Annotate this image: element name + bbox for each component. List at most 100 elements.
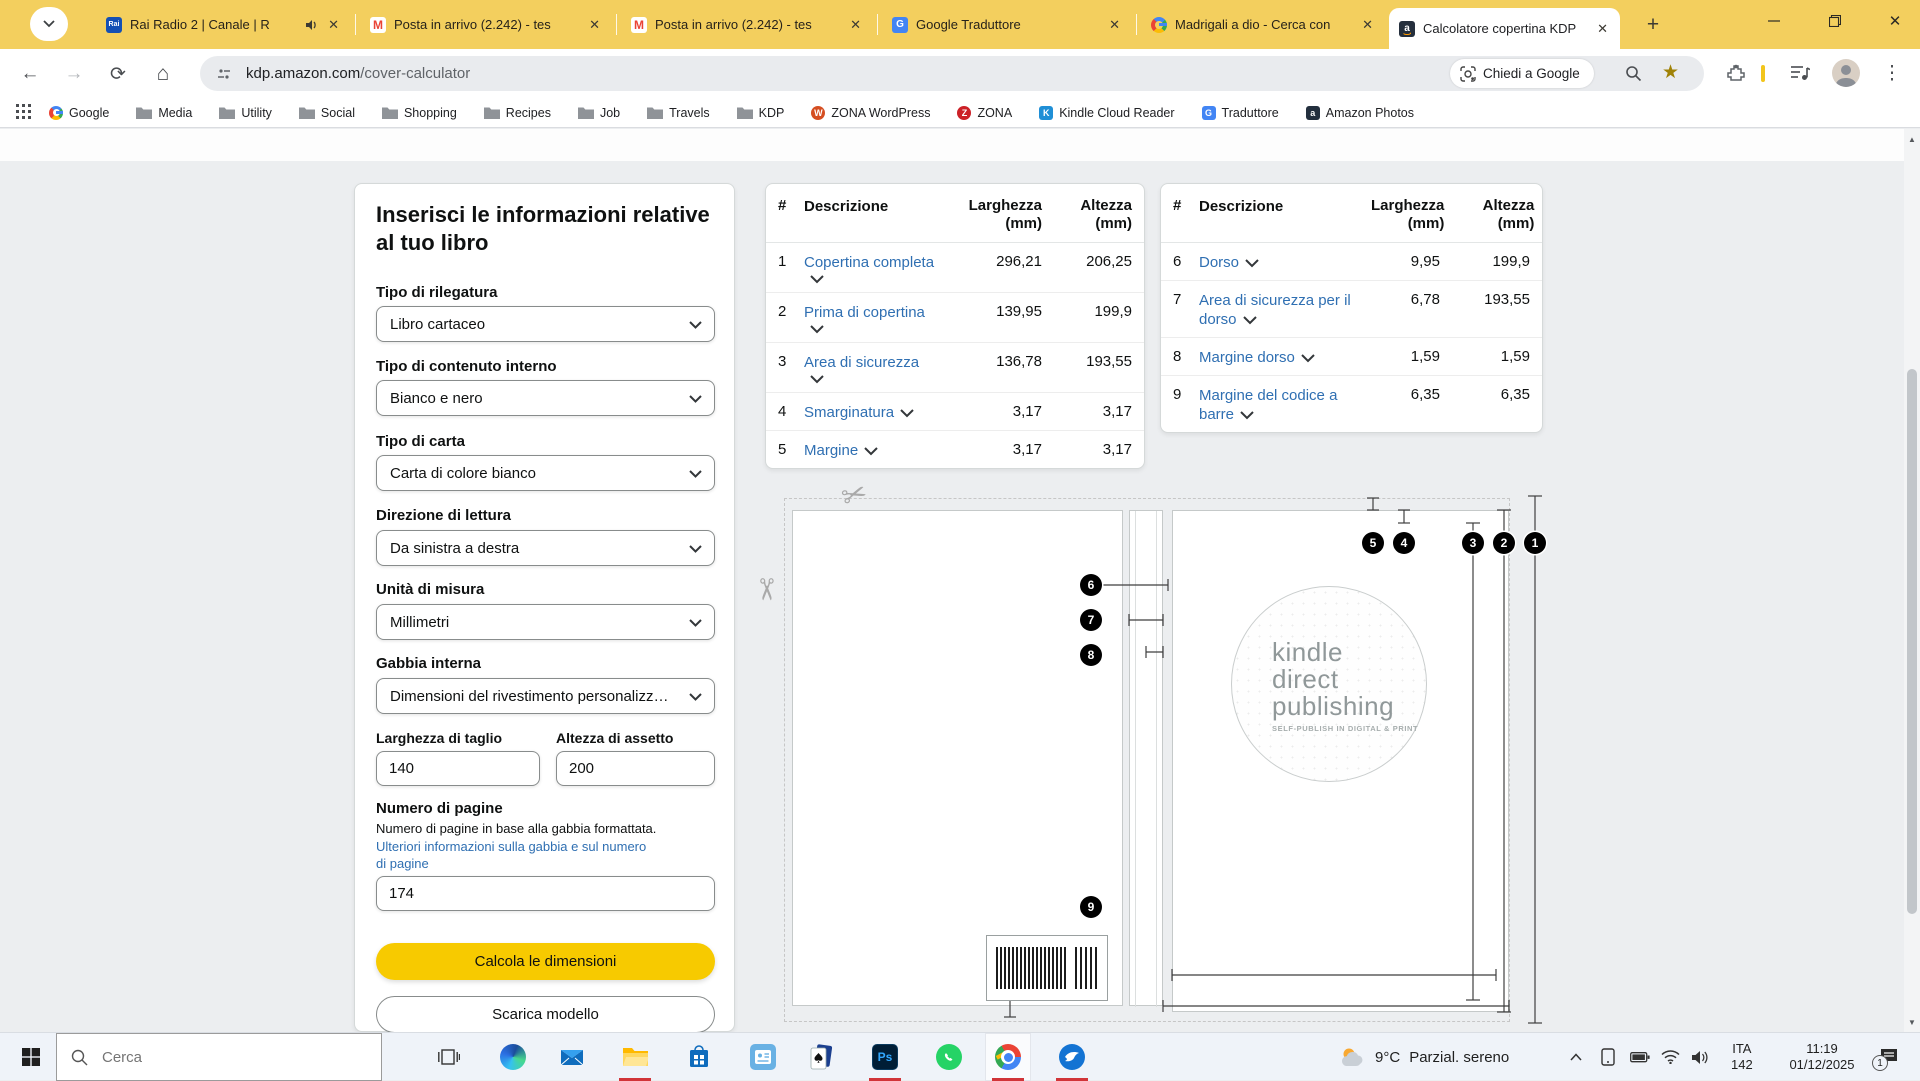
- tab-close-icon[interactable]: ✕: [1595, 21, 1610, 37]
- chevron-down-icon[interactable]: [1240, 411, 1254, 420]
- solitaire-icon[interactable]: [798, 1033, 844, 1081]
- page-count-input[interactable]: [376, 876, 715, 911]
- chevron-down-icon[interactable]: [1243, 316, 1257, 325]
- bookmark-shopping[interactable]: Shopping: [382, 106, 457, 120]
- bookmark-job[interactable]: Job: [578, 106, 620, 120]
- chevron-down-icon[interactable]: [900, 409, 914, 418]
- tab-close-icon[interactable]: ✕: [1107, 17, 1122, 33]
- battery-icon[interactable]: [1630, 1033, 1650, 1081]
- bookmark-social[interactable]: Social: [299, 106, 355, 120]
- chrome-icon[interactable]: [985, 1033, 1031, 1081]
- taskbar-search-input[interactable]: [100, 1048, 340, 1067]
- row-link[interactable]: Area di sicurezza per il dorso: [1199, 292, 1351, 328]
- chevron-down-icon[interactable]: [1301, 354, 1315, 363]
- notification-center-button[interactable]: 1: [1878, 1033, 1898, 1081]
- edge-icon[interactable]: [490, 1033, 536, 1081]
- tab-close-icon[interactable]: ✕: [848, 17, 863, 33]
- window-maximize-button[interactable]: [1812, 0, 1858, 42]
- bookmark-google[interactable]: Google: [49, 106, 109, 120]
- your-phone-icon[interactable]: [1601, 1033, 1615, 1081]
- language-indicator[interactable]: ITA 142: [1731, 1033, 1753, 1081]
- bookmark-zona-wordpress[interactable]: W ZONA WordPress: [811, 106, 930, 120]
- bookmark-amazon-photos[interactable]: a Amazon Photos: [1306, 106, 1414, 120]
- tab-google-search[interactable]: Madrigali a dio - Cerca con ✕: [1141, 0, 1385, 49]
- bookmark-kdp[interactable]: KDP: [737, 106, 785, 120]
- tab-google-translate[interactable]: G Google Traduttore ✕: [882, 0, 1132, 49]
- tab-close-icon[interactable]: ✕: [587, 17, 602, 33]
- paper-type-select[interactable]: Carta di colore bianco: [376, 455, 715, 491]
- page-count-info-link[interactable]: Ulteriori informazioni sulla gabbia e su…: [376, 838, 656, 872]
- media-controls-icon[interactable]: [1786, 59, 1814, 87]
- site-info-icon[interactable]: [216, 66, 232, 82]
- back-button[interactable]: ←: [13, 57, 47, 91]
- weather-widget[interactable]: 9°C Parzial. sereno: [1340, 1033, 1509, 1081]
- chevron-down-icon[interactable]: [810, 275, 824, 284]
- volume-icon[interactable]: [1691, 1033, 1709, 1081]
- trim-size-select[interactable]: Dimensioni del rivestimento personalizz…: [376, 678, 715, 714]
- tab-gmail-1[interactable]: M Posta in arrivo (2.242) - tes ✕: [360, 0, 612, 49]
- photoshop-icon[interactable]: Ps: [862, 1033, 908, 1081]
- row-link[interactable]: Margine dorso: [1199, 349, 1295, 366]
- row-link[interactable]: Margine del codice a barre: [1199, 387, 1337, 423]
- contacts-app-icon[interactable]: [740, 1033, 786, 1081]
- tray-expand-button[interactable]: [1570, 1033, 1582, 1081]
- tab-search-button[interactable]: [30, 7, 68, 41]
- thunderbird-icon[interactable]: [1049, 1033, 1095, 1081]
- interior-type-select[interactable]: Bianco e nero: [376, 380, 715, 416]
- window-close-button[interactable]: ✕: [1872, 0, 1918, 42]
- measure-unit-select[interactable]: Millimetri: [376, 604, 715, 640]
- ask-google-button[interactable]: Chiedi a Google: [1450, 59, 1594, 88]
- row-link[interactable]: Smarginatura: [804, 404, 894, 421]
- bookmark-star-icon[interactable]: ★: [1662, 61, 1679, 84]
- file-explorer-icon[interactable]: [612, 1033, 658, 1081]
- search-icon[interactable]: [1625, 65, 1642, 82]
- microsoft-store-icon[interactable]: [676, 1033, 722, 1081]
- profile-avatar[interactable]: [1832, 59, 1860, 87]
- tab-kdp-calculator-active[interactable]: a Calcolatore copertina KDP ✕: [1389, 8, 1620, 49]
- clock-widget[interactable]: 11:19 01/12/2025: [1782, 1033, 1862, 1081]
- tab-close-icon[interactable]: ✕: [326, 17, 341, 33]
- tab-rai-radio[interactable]: Rai Rai Radio 2 | Canale | R ✕: [96, 0, 351, 49]
- tab-audio-icon[interactable]: [304, 18, 318, 32]
- tab-close-icon[interactable]: ✕: [1360, 17, 1375, 33]
- browser-menu-icon[interactable]: ⋮: [1878, 59, 1906, 87]
- row-link[interactable]: Dorso: [1199, 254, 1239, 271]
- bookmark-recipes[interactable]: Recipes: [484, 106, 551, 120]
- bookmark-media[interactable]: Media: [136, 106, 192, 120]
- mail-icon[interactable]: [549, 1033, 595, 1081]
- task-view-button[interactable]: [426, 1033, 472, 1081]
- taskbar-search-box[interactable]: [56, 1033, 382, 1081]
- tab-gmail-2[interactable]: M Posta in arrivo (2.242) - tes ✕: [621, 0, 873, 49]
- row-link[interactable]: Copertina completa: [804, 254, 934, 271]
- bookmark-traduttore[interactable]: G Traduttore: [1202, 106, 1279, 120]
- apps-grid-icon[interactable]: [16, 104, 31, 122]
- row-link[interactable]: Prima di copertina: [804, 304, 925, 321]
- pinned-extension-icon[interactable]: [1761, 65, 1765, 82]
- whatsapp-icon[interactable]: [926, 1033, 972, 1081]
- row-link[interactable]: Area di sicurezza: [804, 354, 919, 371]
- chevron-down-icon[interactable]: [810, 375, 824, 384]
- wifi-icon[interactable]: [1661, 1033, 1680, 1081]
- address-bar[interactable]: kdp.amazon.com/cover-calculator Chiedi a…: [200, 56, 1704, 91]
- extensions-icon[interactable]: [1722, 59, 1750, 87]
- download-template-button[interactable]: Scarica modello: [376, 996, 715, 1032]
- row-link[interactable]: Margine: [804, 442, 858, 459]
- scroll-up-icon[interactable]: ▲: [1904, 131, 1920, 147]
- new-tab-button[interactable]: +: [1638, 10, 1668, 40]
- home-button[interactable]: ⌂: [146, 57, 180, 91]
- chevron-down-icon[interactable]: [810, 325, 824, 334]
- scrollbar-thumb[interactable]: [1907, 369, 1917, 914]
- binding-type-select[interactable]: Libro cartaceo: [376, 306, 715, 342]
- scroll-down-icon[interactable]: ▼: [1904, 1014, 1920, 1030]
- bookmark-zona[interactable]: Z ZONA: [957, 106, 1012, 120]
- page-scrollbar[interactable]: ▲ ▼: [1904, 129, 1920, 1032]
- reload-button[interactable]: ⟳: [101, 57, 135, 91]
- chevron-down-icon[interactable]: [1245, 259, 1259, 268]
- calculate-dimensions-button[interactable]: Calcola le dimensioni: [376, 943, 715, 980]
- bookmark-utility[interactable]: Utility: [219, 106, 272, 120]
- reading-direction-select[interactable]: Da sinistra a destra: [376, 530, 715, 566]
- bookmark-kindle-cloud-reader[interactable]: K Kindle Cloud Reader: [1039, 106, 1174, 120]
- start-button[interactable]: [8, 1033, 54, 1081]
- trim-height-input[interactable]: [556, 751, 715, 786]
- window-minimize-button[interactable]: [1751, 0, 1797, 42]
